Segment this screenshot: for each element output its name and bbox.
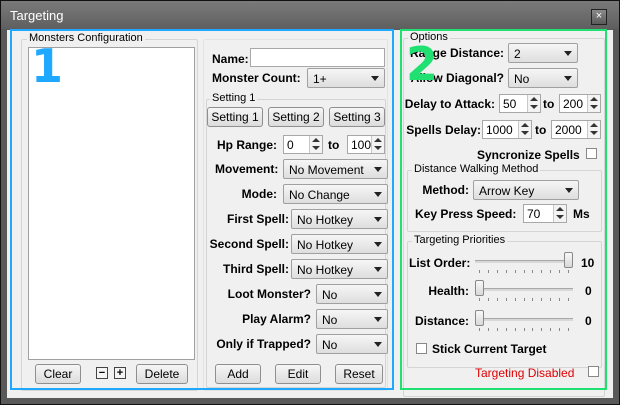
section-2-number: 2	[406, 37, 439, 91]
section-1-highlight	[10, 29, 394, 390]
close-button[interactable]: ×	[591, 9, 607, 25]
title-bar[interactable]: Targeting ×	[1, 1, 619, 29]
section-1-number: 1	[31, 39, 64, 93]
targeting-window: Targeting × Monsters Configuration Clear…	[0, 0, 620, 405]
window-title: Targeting	[10, 8, 64, 23]
